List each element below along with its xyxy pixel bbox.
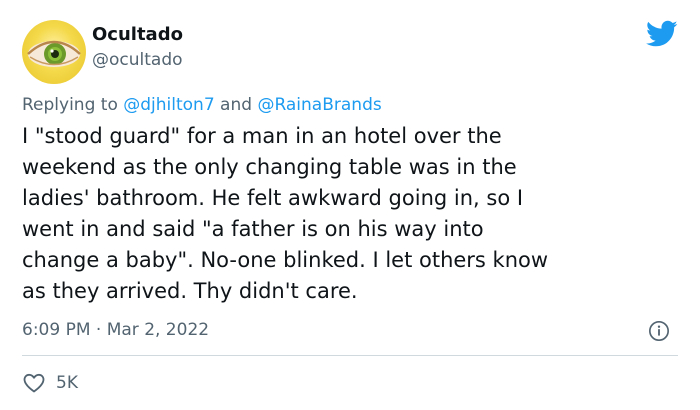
- info-icon[interactable]: [648, 320, 670, 342]
- mention-link[interactable]: @djhilton7: [123, 95, 214, 115]
- user-handle[interactable]: @ocultado: [92, 50, 183, 70]
- replying-prefix: Replying to: [22, 95, 124, 115]
- display-name[interactable]: Ocultado: [92, 24, 183, 45]
- tweet-text: I "stood guard" for a man in an hotel ov…: [22, 124, 549, 303]
- mention-link[interactable]: @RainaBrands: [257, 95, 381, 115]
- like-button[interactable]: 5K: [22, 370, 78, 396]
- replying-to: Replying to @djhilton7 and @RainaBrands: [22, 95, 382, 115]
- replying-conjunction: and: [214, 95, 258, 115]
- tweet-card: Ocultado @ocultado Replying to @djhilton…: [0, 0, 700, 410]
- tweet-timestamp[interactable]: 6:09 PM · Mar 2, 2022: [22, 320, 209, 340]
- eye-icon: [27, 40, 81, 67]
- avatar[interactable]: [22, 20, 86, 84]
- like-count: 5K: [56, 373, 78, 393]
- twitter-bird-icon[interactable]: [646, 20, 678, 48]
- heart-icon[interactable]: [22, 371, 46, 395]
- divider: [22, 355, 678, 356]
